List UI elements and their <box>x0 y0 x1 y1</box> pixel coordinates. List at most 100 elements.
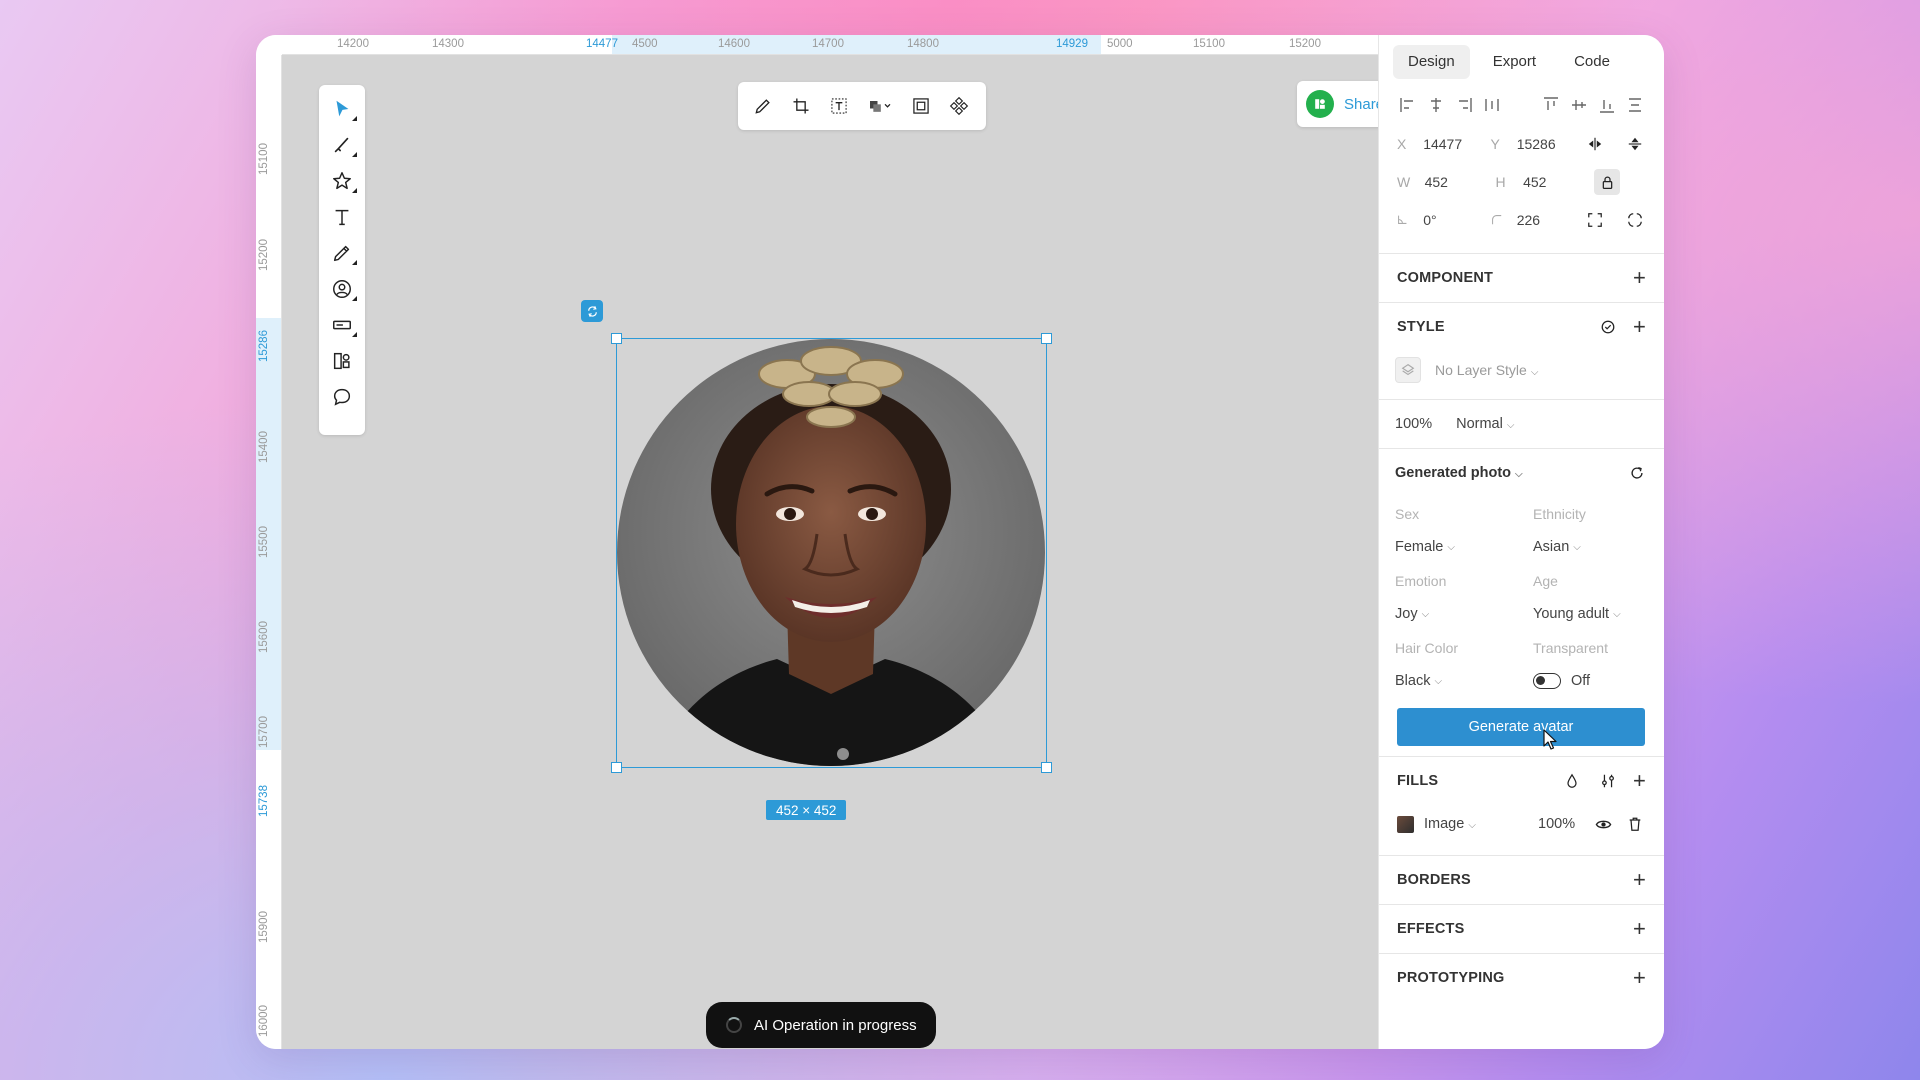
ruler-top-label: 4500 <box>632 38 658 50</box>
align-right-icon[interactable] <box>1453 94 1475 116</box>
component-title: COMPONENT <box>1397 270 1494 286</box>
fit-frame-icon[interactable] <box>1584 209 1606 231</box>
layer-style-select[interactable]: No Layer Style ⌵ <box>1379 351 1664 389</box>
generated-photo-header: Generated photo ⌵ <box>1379 449 1664 497</box>
distribute-vertical-icon[interactable] <box>1624 94 1646 116</box>
effects-title: EFFECTS <box>1397 921 1465 937</box>
select-tool[interactable] <box>324 92 360 126</box>
add-prototype-icon[interactable]: + <box>1633 967 1646 989</box>
resize-handle-bottom-left[interactable] <box>611 762 622 773</box>
transparent-label: Transparent <box>1533 639 1608 656</box>
ruler-top-label: 14800 <box>907 38 939 50</box>
ruler-top-label: 14300 <box>432 38 464 50</box>
image-fill-thumbnail[interactable] <box>1397 815 1414 833</box>
ruler-top-label: 14200 <box>337 38 369 50</box>
tab-design[interactable]: Design <box>1393 45 1470 79</box>
add-component-icon[interactable]: + <box>1633 267 1646 289</box>
width-field[interactable]: 452 <box>1425 174 1496 190</box>
ruler-left-label: 15400 <box>258 431 270 463</box>
align-left-icon[interactable] <box>1397 94 1419 116</box>
fill-type-select[interactable]: Image ⌵ <box>1424 816 1520 832</box>
opacity-field[interactable]: 100% <box>1395 416 1432 432</box>
emotion-select[interactable]: Joy ⌵ <box>1395 597 1533 631</box>
ethnicity-select[interactable]: Asian ⌵ <box>1533 530 1643 564</box>
fill-opacity-field[interactable]: 100% <box>1538 816 1575 832</box>
ruler-left: 15100 15200 15286 15400 15500 15600 1570… <box>256 55 282 1049</box>
lock-aspect-icon[interactable] <box>1594 169 1620 195</box>
rotation-field[interactable]: 0° <box>1423 212 1490 228</box>
pen-tool[interactable] <box>324 236 360 270</box>
refresh-icon[interactable] <box>1626 462 1648 484</box>
frame-button[interactable] <box>904 89 938 123</box>
input-tool[interactable] <box>324 308 360 342</box>
ruler-left-label: 15600 <box>258 621 270 653</box>
size-badge: 452 × 452 <box>766 800 847 820</box>
hair-color-label: Hair Color <box>1395 639 1459 656</box>
ruler-top-label: 14929 <box>1056 38 1088 50</box>
align-bottom-icon[interactable] <box>1596 94 1618 116</box>
panel-tabs: Design Export Code <box>1379 35 1664 85</box>
trash-icon[interactable] <box>1624 813 1646 835</box>
component-tool[interactable] <box>324 344 360 378</box>
add-effect-icon[interactable]: + <box>1633 918 1646 940</box>
add-border-icon[interactable]: + <box>1633 869 1646 891</box>
generate-avatar-button[interactable]: Generate avatar <box>1397 708 1645 746</box>
brush-tool[interactable] <box>324 128 360 162</box>
flip-horizontal-icon[interactable] <box>1584 133 1606 155</box>
avatar-photo <box>617 339 1045 766</box>
align-top-icon[interactable] <box>1540 94 1562 116</box>
drop-icon[interactable] <box>1561 770 1583 792</box>
chevron-down-icon: ⌵ <box>1613 608 1621 620</box>
align-center-vertical-icon[interactable] <box>1568 94 1590 116</box>
crop-icon <box>793 98 809 114</box>
flip-vertical-icon[interactable] <box>1624 133 1646 155</box>
generated-portrait-image <box>657 346 1007 766</box>
x-field[interactable]: 14477 <box>1423 136 1490 152</box>
left-toolbar <box>319 85 365 435</box>
resize-handle-top-left[interactable] <box>611 333 622 344</box>
hair-color-select[interactable]: Black ⌵ <box>1395 664 1533 698</box>
ai-status-label: AI Operation in progress <box>754 1016 917 1034</box>
eye-icon[interactable] <box>1592 813 1614 835</box>
sex-select[interactable]: Female ⌵ <box>1395 530 1533 564</box>
tab-export[interactable]: Export <box>1478 45 1551 79</box>
fill-item: Image ⌵ 100% <box>1379 805 1664 843</box>
ruler-top-label: 14477 <box>586 38 618 50</box>
tab-code[interactable]: Code <box>1559 45 1625 79</box>
check-circle-icon[interactable] <box>1597 316 1619 338</box>
resize-handle-top-right[interactable] <box>1041 333 1052 344</box>
selected-image[interactable] <box>611 333 1052 773</box>
borders-section: BORDERS + <box>1379 856 1664 904</box>
height-field[interactable]: 452 <box>1523 174 1594 190</box>
avatar-tool[interactable] <box>324 272 360 306</box>
shapes-button[interactable] <box>860 89 900 123</box>
align-center-horizontal-icon[interactable] <box>1425 94 1447 116</box>
ethnicity-label: Ethnicity <box>1533 505 1586 522</box>
add-style-icon[interactable]: + <box>1633 316 1646 338</box>
generated-photo-dropdown[interactable]: Generated photo ⌵ <box>1395 465 1523 481</box>
independent-corners-icon[interactable] <box>1624 209 1646 231</box>
star-shape-tool[interactable] <box>324 164 360 198</box>
rotate-handle[interactable] <box>581 300 603 322</box>
crop-button[interactable] <box>784 89 818 123</box>
radius-field[interactable]: 226 <box>1517 212 1584 228</box>
comment-tool[interactable] <box>324 380 360 414</box>
add-fill-icon[interactable]: + <box>1633 770 1646 792</box>
effects-section: EFFECTS + <box>1379 905 1664 953</box>
style-title: STYLE <box>1397 319 1445 335</box>
text-frame-button[interactable] <box>822 89 856 123</box>
opacity-row: 100% Normal ⌵ <box>1379 400 1664 448</box>
adjustments-icon[interactable] <box>1597 770 1619 792</box>
y-field[interactable]: 15286 <box>1517 136 1584 152</box>
blend-mode-select[interactable]: Normal ⌵ <box>1456 416 1514 432</box>
component-button[interactable] <box>942 89 976 123</box>
age-select[interactable]: Young adult ⌵ <box>1533 597 1643 631</box>
ruler-left-label: 16000 <box>258 1005 270 1037</box>
text-tool[interactable] <box>324 200 360 234</box>
edit-button[interactable] <box>746 89 780 123</box>
w-label: W <box>1397 174 1411 190</box>
distribute-horizontal-icon[interactable] <box>1481 94 1503 116</box>
resize-handle-bottom-right[interactable] <box>1041 762 1052 773</box>
transparent-value: Off <box>1571 673 1591 689</box>
transparent-toggle[interactable]: Off <box>1533 664 1643 698</box>
